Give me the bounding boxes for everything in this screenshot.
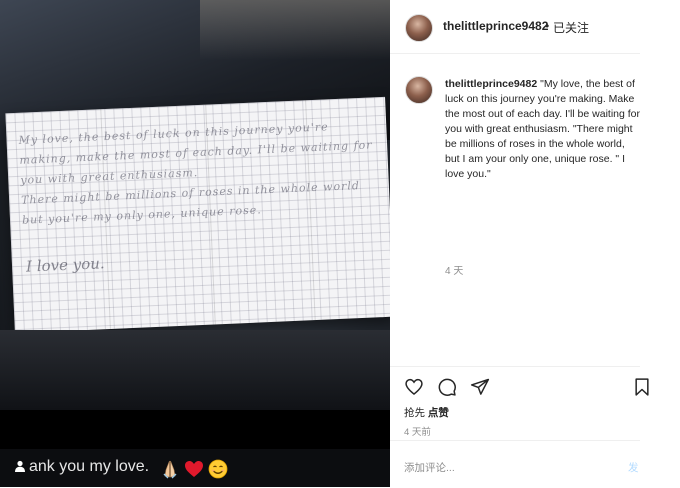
letter-signoff: I love you.	[25, 254, 105, 276]
username-link[interactable]: thelittleprince9482	[443, 19, 548, 33]
add-comment-bar: 添加评论... 发	[390, 440, 640, 488]
likes-line: 抢先 点赞	[404, 405, 449, 420]
comment-timestamp: 4 天	[445, 266, 464, 277]
comment-icon[interactable]	[437, 377, 457, 397]
like-link[interactable]: 点赞	[428, 407, 449, 419]
likes-prefix: 抢先	[404, 407, 428, 419]
action-bar: 抢先 点赞 4 天前	[390, 366, 649, 440]
caption-emojis	[160, 459, 228, 479]
bookmark-icon[interactable]	[632, 377, 652, 397]
post-comment-button[interactable]: 发	[628, 460, 639, 475]
person-icon[interactable]	[14, 460, 26, 472]
photo-light	[200, 0, 390, 60]
share-icon[interactable]	[470, 377, 490, 397]
photo-caption: ank you my love.	[29, 458, 150, 475]
heart-icon[interactable]	[404, 377, 424, 397]
comment-username[interactable]: thelittleprince9482	[445, 78, 537, 90]
letter-paper: My love, the best of luck on this journe…	[5, 96, 390, 334]
red-heart-icon	[185, 461, 203, 477]
avatar[interactable]	[405, 14, 433, 42]
letter-text: My love, the best of luck on this journe…	[18, 115, 378, 230]
post-photo[interactable]: My love, the best of luck on this journe…	[0, 0, 390, 487]
comment-text: "My love, the best of luck on this journ…	[445, 78, 640, 180]
following-button[interactable]: 已关注	[553, 19, 589, 36]
comment-body: thelittleprince9482 "My love, the best o…	[445, 77, 641, 182]
folded-hands-icon	[163, 460, 177, 479]
avatar[interactable]	[405, 76, 433, 104]
comment-input[interactable]: 添加评论...	[404, 460, 455, 475]
separator-dot: •	[545, 19, 550, 33]
smiling-face-icon	[208, 459, 228, 479]
post-sidebar: thelittleprince9482 • 已关注 thelittleprinc…	[390, 0, 680, 487]
photo-table-surface	[0, 330, 390, 410]
post-header: thelittleprince9482 • 已关注	[390, 0, 640, 54]
post-timestamp[interactable]: 4 天前	[404, 424, 431, 438]
